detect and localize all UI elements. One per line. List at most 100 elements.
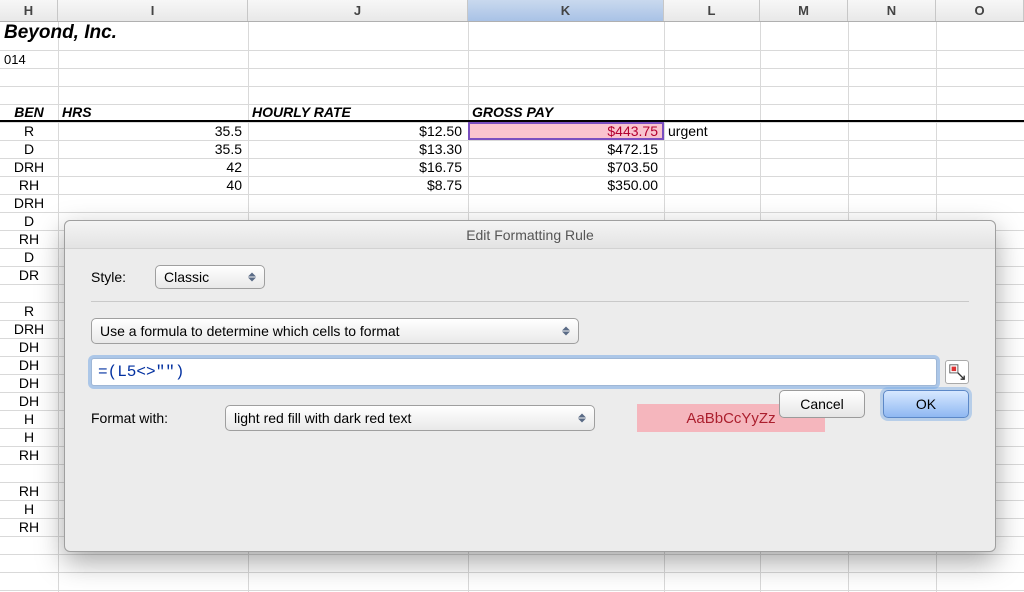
cell[interactable]: RH088 (0, 176, 58, 194)
cell[interactable]: $703.50 (468, 158, 664, 176)
cell[interactable] (664, 140, 760, 158)
cell[interactable] (664, 50, 760, 68)
cell[interactable]: H087 (0, 428, 58, 446)
cell[interactable]: 014 (0, 50, 58, 68)
cell[interactable] (848, 194, 936, 212)
cell[interactable]: DH083 (0, 392, 58, 410)
cell[interactable] (664, 176, 760, 194)
cell[interactable]: DR090 (0, 266, 58, 284)
cell[interactable]: 40 (58, 176, 248, 194)
column-header-H[interactable]: H (0, 0, 58, 21)
cell[interactable]: HRS (58, 104, 248, 120)
column-headers: HIJKLMNO (0, 0, 1024, 22)
cell[interactable] (760, 22, 848, 50)
cell[interactable] (936, 122, 1024, 140)
cell[interactable] (760, 176, 848, 194)
cell[interactable]: $443.75 (468, 122, 664, 140)
cell[interactable] (468, 194, 664, 212)
column-header-I[interactable]: I (58, 0, 248, 21)
cell[interactable]: 35.5 (58, 140, 248, 158)
range-picker-button[interactable] (945, 360, 969, 384)
cell[interactable]: DH088 (0, 356, 58, 374)
ok-button[interactable]: OK (883, 390, 969, 418)
cell[interactable] (848, 122, 936, 140)
cell[interactable]: DH087 (0, 374, 58, 392)
cell[interactable]: D083 (0, 248, 58, 266)
style-select-value: Classic (164, 269, 209, 285)
cell[interactable]: RH081 (0, 518, 58, 536)
cell[interactable]: HOURLY RATE (248, 104, 468, 120)
cell[interactable]: 42 (58, 158, 248, 176)
cell[interactable] (848, 176, 936, 194)
cell[interactable] (848, 50, 936, 68)
column-header-O[interactable]: O (936, 0, 1024, 21)
cell[interactable]: GROSS PAY (468, 104, 664, 120)
cell[interactable]: 35.5 (58, 122, 248, 140)
cell[interactable] (936, 140, 1024, 158)
cell[interactable] (760, 104, 848, 120)
cell[interactable]: 086 (0, 464, 58, 482)
formula-input[interactable] (91, 358, 937, 386)
cell[interactable]: DRH083 (0, 194, 58, 212)
cell[interactable]: 083 (0, 284, 58, 302)
cell[interactable] (248, 22, 468, 50)
cell[interactable]: R086 (0, 122, 58, 140)
cell[interactable]: DRH090 (0, 320, 58, 338)
cell[interactable] (664, 104, 760, 120)
rule-type-select[interactable]: Use a formula to determine which cells t… (91, 318, 579, 344)
cell[interactable] (936, 50, 1024, 68)
cell[interactable]: DRH090 (0, 158, 58, 176)
cell[interactable]: urgent (664, 122, 760, 140)
column-header-J[interactable]: J (248, 0, 468, 21)
cell[interactable]: $472.15 (468, 140, 664, 158)
cell[interactable]: RH084 (0, 482, 58, 500)
cell[interactable] (936, 176, 1024, 194)
cell[interactable] (664, 158, 760, 176)
style-select[interactable]: Classic (155, 265, 265, 289)
cell[interactable] (760, 50, 848, 68)
cell[interactable] (848, 104, 936, 120)
edit-formatting-rule-dialog: Edit Formatting Rule Style: Classic Use … (64, 220, 996, 552)
column-header-L[interactable]: L (664, 0, 760, 21)
cell[interactable] (760, 158, 848, 176)
cell[interactable] (936, 22, 1024, 50)
cell[interactable]: $16.75 (248, 158, 468, 176)
cell[interactable] (936, 158, 1024, 176)
cell[interactable] (760, 194, 848, 212)
cell[interactable] (936, 194, 1024, 212)
cell[interactable]: D085 (0, 140, 58, 158)
cell[interactable] (760, 122, 848, 140)
cell[interactable] (936, 104, 1024, 120)
cell[interactable] (248, 50, 468, 68)
cell[interactable]: RH081 (0, 446, 58, 464)
cell[interactable] (58, 194, 248, 212)
cell[interactable]: DH085 (0, 338, 58, 356)
cancel-button[interactable]: Cancel (779, 390, 865, 418)
cell[interactable] (664, 194, 760, 212)
cell[interactable] (760, 140, 848, 158)
cell[interactable] (468, 50, 664, 68)
column-header-K[interactable]: K (468, 0, 664, 21)
cell[interactable] (848, 158, 936, 176)
dialog-title: Edit Formatting Rule (65, 221, 995, 249)
cell[interactable] (664, 22, 760, 50)
column-header-N[interactable]: N (848, 0, 936, 21)
format-with-label: Format with: (91, 410, 211, 426)
format-with-select[interactable]: light red fill with dark red text (225, 405, 595, 431)
cell[interactable]: BEN (0, 104, 58, 120)
cell[interactable]: $13.30 (248, 140, 468, 158)
column-header-M[interactable]: M (760, 0, 848, 21)
cell[interactable]: H084 (0, 500, 58, 518)
cell[interactable] (58, 50, 248, 68)
cell[interactable]: R084 (0, 302, 58, 320)
cell[interactable] (248, 194, 468, 212)
cell[interactable]: $8.75 (248, 176, 468, 194)
cell[interactable]: H085 (0, 410, 58, 428)
cell[interactable]: D087 (0, 212, 58, 230)
cell[interactable]: RH089 (0, 230, 58, 248)
cell[interactable] (848, 22, 936, 50)
cell[interactable]: $350.00 (468, 176, 664, 194)
cell[interactable]: $12.50 (248, 122, 468, 140)
cell[interactable] (468, 22, 664, 50)
cell[interactable] (848, 140, 936, 158)
